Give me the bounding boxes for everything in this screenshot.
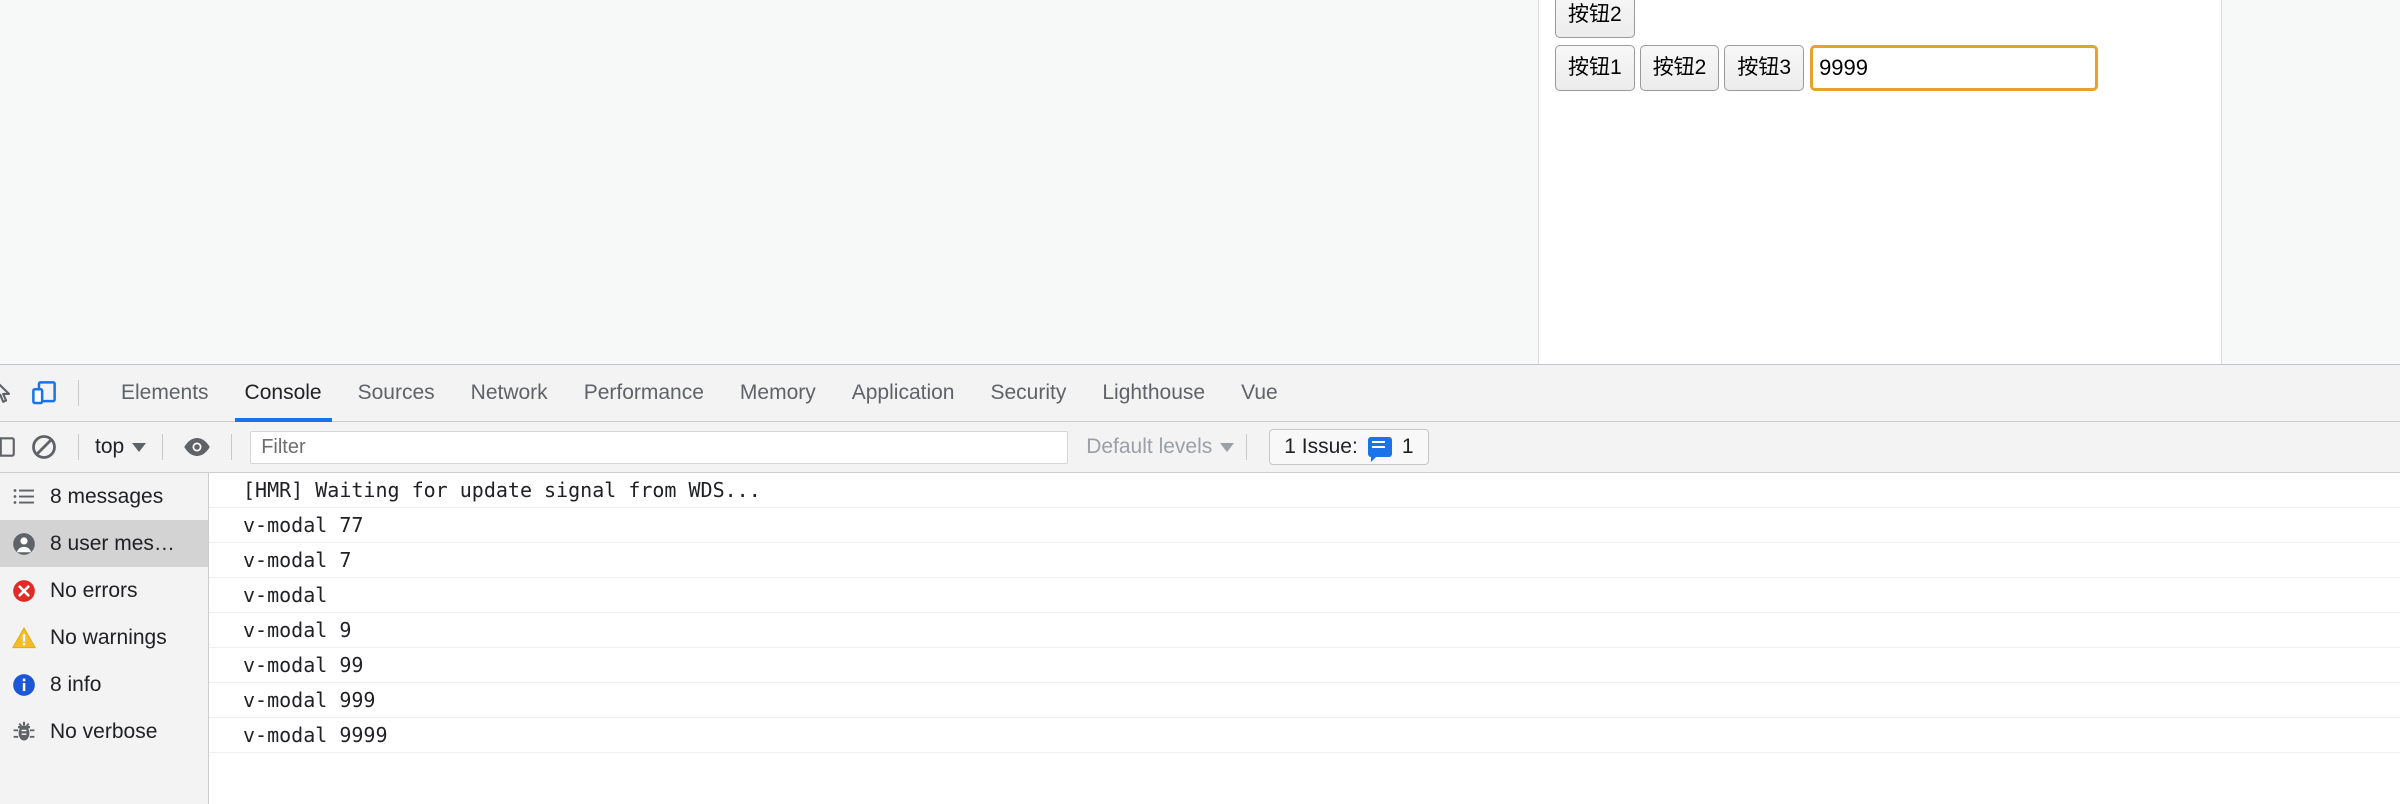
web-page-viewport: 按钮2 按钮1 按钮2 按钮3 [0,0,2400,364]
devtools-tab-list: Elements Console Sources Network Perform… [103,365,1296,422]
console-message: v-modal 9999 [209,718,2400,753]
warning-icon [10,624,38,652]
number-input[interactable] [1810,45,2099,91]
console-sidebar: 8 messages 8 user mes… No errors No warn… [0,473,209,804]
sidebar-item-info[interactable]: 8 info [0,661,208,708]
tab-network[interactable]: Network [453,365,566,422]
console-sidebar-toggle-icon[interactable] [0,425,22,469]
console-message: v-modal 99 [209,648,2400,683]
log-levels-selector[interactable]: Default levels [1086,435,1235,459]
tab-elements[interactable]: Elements [103,365,227,422]
devtools-panel: Elements Console Sources Network Perform… [0,364,2400,804]
console-message-list[interactable]: [HMR] Waiting for update signal from WDS… [209,473,2400,804]
tab-lighthouse[interactable]: Lighthouse [1084,365,1223,422]
tab-vue[interactable]: Vue [1223,365,1296,422]
sidebar-item-label: No warnings [50,625,167,649]
info-icon [10,671,38,699]
tab-performance[interactable]: Performance [566,365,722,422]
console-message: v-modal 9 [209,613,2400,648]
inspect-cursor-icon[interactable] [0,371,22,415]
sidebar-item-label: No errors [50,578,138,602]
sidebar-item-messages[interactable]: 8 messages [0,473,208,520]
tab-application[interactable]: Application [834,365,973,422]
devtools-tabbar: Elements Console Sources Network Perform… [0,365,2400,422]
button-row-main: 按钮1 按钮2 按钮3 [1555,45,2099,91]
console-message: v-modal 7 [209,543,2400,578]
toolbar-divider-3 [231,434,233,460]
issues-count: 1 [1401,435,1414,458]
tab-console[interactable]: Console [227,365,340,422]
tab-memory[interactable]: Memory [722,365,834,422]
device-toolbar-icon[interactable] [22,371,66,415]
console-body: 8 messages 8 user mes… No errors No warn… [0,473,2400,804]
bug-icon [10,718,38,746]
console-message: [HMR] Waiting for update signal from WDS… [209,473,2400,508]
user-icon [10,530,38,558]
sidebar-item-label: 8 info [50,672,102,696]
button-row-top: 按钮2 [1555,0,1640,38]
toolbar-divider-1 [78,434,79,460]
toolbar-divider-2 [162,434,164,460]
sidebar-item-user-messages[interactable]: 8 user mes… [0,520,208,567]
sidebar-item-label: 8 messages [50,484,164,508]
tabbar-divider [78,380,79,406]
sidebar-item-verbose[interactable]: No verbose [0,708,208,755]
button-3[interactable]: 按钮3 [1724,45,1805,91]
execution-context-selector[interactable]: top [91,435,150,459]
chevron-down-icon [1220,442,1235,452]
issues-badge[interactable]: 1 Issue: 1 [1269,429,1429,465]
execution-context-label: top [95,435,125,458]
log-levels-label: Default levels [1086,435,1213,458]
clear-console-icon[interactable] [22,425,66,469]
screen-root: 按钮2 按钮1 按钮2 按钮3 9999 Elements Console So… [0,0,2400,804]
sidebar-item-warnings[interactable]: No warnings [0,614,208,661]
sidebar-item-errors[interactable]: No errors [0,567,208,614]
chevron-down-icon [132,442,147,452]
sidebar-item-label: No verbose [50,719,158,743]
button-2-top[interactable]: 按钮2 [1555,0,1635,38]
button-2[interactable]: 按钮2 [1639,45,1720,91]
tab-sources[interactable]: Sources [340,365,453,422]
issue-message-icon [1367,437,1392,462]
button-1[interactable]: 按钮1 [1555,45,1635,91]
tab-security[interactable]: Security [972,365,1084,422]
page-right-gutter [2222,0,2400,364]
console-toolbar: top Default levels 1 Issue: [0,422,2400,473]
live-expression-eye-icon[interactable] [175,425,219,469]
console-filter-input[interactable] [250,430,1069,464]
console-message: v-modal 77 [209,508,2400,543]
console-message: v-modal 999 [209,683,2400,718]
error-icon [10,577,38,605]
toolbar-divider-4 [1246,434,1248,460]
sidebar-item-label: 8 user mes… [50,531,175,555]
list-icon [10,483,38,511]
console-message: v-modal [209,578,2400,613]
issues-label: 1 Issue: [1284,435,1358,458]
